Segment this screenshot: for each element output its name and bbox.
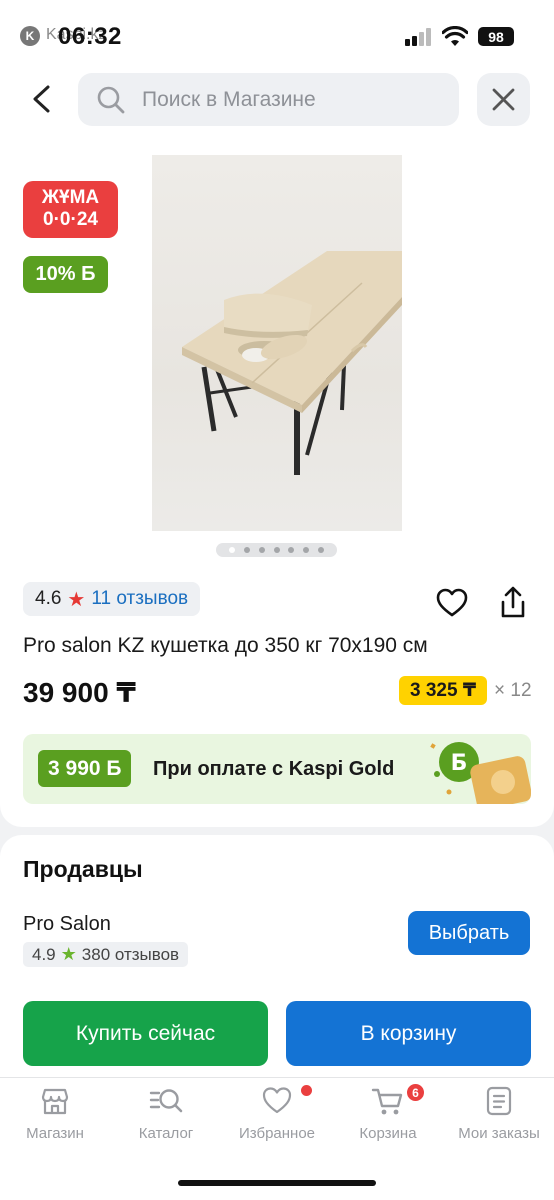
tab-label: Избранное bbox=[238, 1125, 316, 1142]
gold-bonus-badge: 3 990 Б bbox=[38, 750, 132, 787]
svg-text:Б: Б bbox=[451, 751, 468, 776]
close-icon bbox=[492, 88, 515, 111]
seller-reviews: 380 отзывов bbox=[81, 944, 180, 964]
gallery-dot[interactable] bbox=[273, 547, 280, 553]
back-arrow-icon[interactable] bbox=[28, 84, 56, 114]
gallery-dot[interactable] bbox=[243, 547, 250, 553]
search-input[interactable]: Поиск в Магазине bbox=[78, 73, 459, 126]
star-icon: ★ bbox=[67, 588, 86, 611]
cart-icon bbox=[371, 1088, 403, 1115]
buy-now-button[interactable]: Купить сейчас bbox=[23, 1001, 268, 1066]
favorite-heart-icon[interactable] bbox=[436, 588, 468, 618]
choose-seller-button[interactable]: Выбрать bbox=[408, 911, 530, 955]
massage-table-illustration bbox=[182, 251, 402, 475]
gallery-dot-active[interactable] bbox=[228, 547, 235, 553]
cart-count-badge: 6 bbox=[405, 1082, 426, 1103]
tab-store[interactable]: Магазин bbox=[0, 1085, 110, 1142]
installment-months: × 12 bbox=[494, 680, 532, 701]
gold-banner-text: При оплате с Kaspi Gold bbox=[153, 758, 395, 780]
reviews-link[interactable]: 11 отзывов bbox=[91, 588, 188, 610]
tab-label: Магазин bbox=[26, 1125, 84, 1142]
rating-value: 4.6 bbox=[35, 588, 62, 609]
product-image[interactable] bbox=[152, 155, 402, 531]
tab-label: Каталог bbox=[138, 1125, 194, 1142]
gallery-dot[interactable] bbox=[258, 547, 265, 553]
gallery-dot[interactable] bbox=[303, 547, 310, 553]
seller-name[interactable]: Pro Salon bbox=[23, 913, 111, 936]
promo-badge: ЖҰМА 0·0·24 bbox=[23, 181, 118, 238]
sellers-heading: Продавцы bbox=[23, 856, 143, 882]
gallery-dot[interactable] bbox=[288, 547, 295, 553]
tab-orders[interactable]: Мои заказы bbox=[444, 1085, 554, 1142]
kaspi-gold-card-illustration: Б bbox=[430, 742, 531, 804]
status-time: 06:32 bbox=[58, 23, 122, 50]
bonus-badge: 10% Б bbox=[23, 256, 108, 293]
rating-pill[interactable]: 4.6 ★ 11 отзывов bbox=[23, 582, 201, 616]
tab-favorites[interactable]: Избранное bbox=[222, 1085, 332, 1142]
promo-badge-line2: 0·0·24 bbox=[43, 209, 98, 230]
share-icon[interactable] bbox=[497, 585, 529, 619]
wifi-icon bbox=[442, 26, 468, 46]
gallery-dot[interactable] bbox=[318, 547, 325, 553]
signal-icon bbox=[405, 28, 435, 46]
seller-rating: 4.9 ★ 380 отзывов bbox=[23, 942, 189, 967]
star-icon: ★ bbox=[60, 944, 77, 964]
product-title: Pro salon KZ кушетка до 350 кг 70х190 см bbox=[23, 634, 428, 657]
add-to-cart-button[interactable]: В корзину bbox=[286, 1001, 531, 1066]
tab-catalog[interactable]: Каталог bbox=[111, 1085, 221, 1142]
home-indicator[interactable] bbox=[178, 1180, 376, 1186]
favorites-notification-dot bbox=[301, 1085, 312, 1096]
orders-icon bbox=[486, 1086, 512, 1116]
tab-label: Мои заказы bbox=[458, 1125, 540, 1142]
tab-label: Корзина bbox=[359, 1125, 417, 1142]
search-icon bbox=[97, 86, 125, 114]
tab-cart[interactable]: Корзина bbox=[333, 1085, 443, 1142]
promo-badge-line1: ЖҰМА bbox=[41, 187, 100, 208]
kaspi-gold-banner[interactable]: 3 990 Б При оплате с Kaspi Gold Б bbox=[23, 734, 531, 804]
carrier-logo-icon: K bbox=[20, 26, 40, 46]
installment-price[interactable]: 3 325 ₸ bbox=[399, 676, 488, 705]
close-button[interactable] bbox=[477, 73, 530, 126]
battery-icon: 98 bbox=[478, 27, 514, 46]
seller-rating-value: 4.9 bbox=[32, 944, 56, 964]
heart-icon bbox=[262, 1087, 292, 1114]
gallery-pagination[interactable] bbox=[216, 543, 337, 557]
catalog-search-icon bbox=[149, 1089, 183, 1113]
status-bar: K Kaspi.kz 06:32 98 bbox=[0, 0, 554, 72]
product-price: 39 900 ₸ bbox=[23, 677, 136, 708]
store-icon bbox=[41, 1088, 69, 1115]
search-placeholder: Поиск в Магазине bbox=[142, 88, 316, 111]
